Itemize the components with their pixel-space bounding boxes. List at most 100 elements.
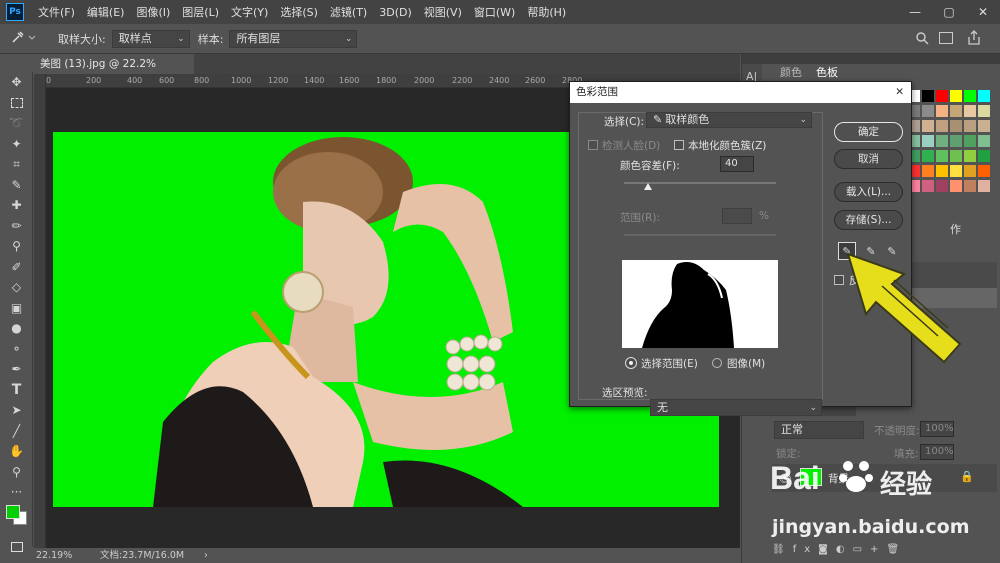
eyedropper-tool-icon[interactable]: [10, 29, 40, 48]
range-slider-track[interactable]: [624, 234, 776, 236]
close-icon[interactable]: ✕: [895, 82, 904, 103]
color-swatch[interactable]: [936, 120, 948, 132]
color-swatch[interactable]: [922, 90, 934, 102]
foreground-color-swatch[interactable]: [6, 504, 20, 519]
menu-window[interactable]: 窗口(W): [468, 4, 521, 20]
healing-brush-icon[interactable]: ✚: [0, 195, 33, 216]
color-swatch[interactable]: [950, 105, 962, 117]
clone-stamp-icon[interactable]: ⚲: [0, 236, 33, 257]
brush-tool-icon[interactable]: ✏: [0, 216, 33, 237]
color-swatch[interactable]: [950, 90, 962, 102]
tab-swatches[interactable]: 色板: [810, 64, 844, 82]
magic-wand-icon[interactable]: ✦: [0, 134, 33, 155]
color-swatch[interactable]: [922, 135, 934, 147]
quick-mask-icon[interactable]: [0, 537, 33, 558]
document-tab[interactable]: 美图 (13).jpg @ 22.2%(RGB/8) ×: [34, 54, 194, 90]
history-brush-icon[interactable]: ✐: [0, 257, 33, 278]
tab-color[interactable]: 颜色: [774, 64, 808, 82]
menu-image[interactable]: 图像(I): [130, 4, 176, 20]
move-tool-icon[interactable]: ✥: [0, 72, 33, 93]
color-swatch[interactable]: [964, 180, 976, 192]
minimize-button[interactable]: —: [898, 0, 932, 24]
color-swatch[interactable]: [978, 180, 990, 192]
menu-select[interactable]: 选择(S): [274, 4, 324, 20]
color-swatch[interactable]: [978, 120, 990, 132]
cancel-button[interactable]: 取消: [834, 149, 903, 169]
maximize-button[interactable]: ▢: [932, 0, 966, 24]
menu-edit[interactable]: 编辑(E): [81, 4, 131, 20]
detect-faces-checkbox[interactable]: [588, 140, 598, 150]
close-window-button[interactable]: ✕: [966, 0, 1000, 24]
color-swatch[interactable]: [978, 150, 990, 162]
range-input[interactable]: [722, 208, 752, 224]
dialog-titlebar[interactable]: 色彩范围 ✕: [570, 82, 911, 103]
menu-filter[interactable]: 滤镜(T): [324, 4, 373, 20]
pen-tool-icon[interactable]: ✒: [0, 359, 33, 380]
dodge-tool-icon[interactable]: ⚬: [0, 339, 33, 360]
sample-size-select[interactable]: 取样点 ⌄: [111, 29, 190, 48]
localized-clusters-checkbox[interactable]: [674, 140, 684, 150]
color-swatch[interactable]: [978, 90, 990, 102]
color-swatch[interactable]: [950, 150, 962, 162]
selection-preview-select[interactable]: 无 ⌄: [650, 399, 822, 416]
marquee-tool-icon[interactable]: [0, 93, 33, 114]
color-swatch[interactable]: [936, 180, 948, 192]
type-tool-icon[interactable]: T: [0, 380, 33, 401]
chevron-right-icon[interactable]: ›: [204, 548, 208, 563]
color-swatch[interactable]: [978, 105, 990, 117]
color-swatch[interactable]: [964, 135, 976, 147]
tab-actions[interactable]: 作: [944, 221, 967, 239]
blur-tool-icon[interactable]: ●: [0, 318, 33, 339]
color-swatch[interactable]: [964, 120, 976, 132]
menu-layer[interactable]: 图层(L): [176, 4, 225, 20]
color-swatch[interactable]: [950, 165, 962, 177]
ok-button[interactable]: 确定: [834, 122, 903, 142]
menu-3d[interactable]: 3D(D): [373, 6, 418, 19]
color-swatch[interactable]: [936, 165, 948, 177]
color-swatch[interactable]: [936, 90, 948, 102]
lasso-tool-icon[interactable]: ➰: [0, 113, 33, 134]
menu-help[interactable]: 帮助(H): [521, 4, 572, 20]
fuzziness-slider-thumb[interactable]: [644, 183, 653, 190]
crop-tool-icon[interactable]: ⌗: [0, 154, 33, 175]
color-swatch[interactable]: [964, 90, 976, 102]
radio-image[interactable]: [712, 358, 722, 368]
menu-type[interactable]: 文字(Y): [225, 4, 274, 20]
fuzziness-input[interactable]: 40: [720, 156, 754, 172]
color-swatch[interactable]: [922, 105, 934, 117]
color-swatch[interactable]: [936, 150, 948, 162]
search-icon[interactable]: [915, 31, 929, 48]
color-swatch[interactable]: [922, 180, 934, 192]
load-button[interactable]: 载入(L)...: [834, 182, 903, 202]
photoshop-logo[interactable]: Ps: [6, 3, 24, 21]
zoom-level[interactable]: 22.19%: [36, 548, 72, 563]
path-selection-icon[interactable]: ➤: [0, 400, 33, 421]
radio-selection[interactable]: [625, 357, 637, 369]
opacity-input[interactable]: 100%: [920, 421, 954, 437]
selection-preview[interactable]: [622, 260, 778, 348]
color-swatch[interactable]: [950, 180, 962, 192]
color-swatch[interactable]: [936, 135, 948, 147]
blend-mode-select[interactable]: 正常: [774, 421, 864, 439]
save-button[interactable]: 存储(S)...: [834, 210, 903, 230]
color-swatch[interactable]: [950, 120, 962, 132]
menu-file[interactable]: 文件(F): [32, 4, 81, 20]
color-swatch[interactable]: [922, 120, 934, 132]
select-dropdown[interactable]: ✎ 取样颜色 ⌄: [646, 112, 812, 128]
color-swatch[interactable]: [922, 150, 934, 162]
color-swatch[interactable]: [964, 165, 976, 177]
color-swatch[interactable]: [978, 135, 990, 147]
color-swatch[interactable]: [964, 105, 976, 117]
color-swatch[interactable]: [936, 105, 948, 117]
color-swatch[interactable]: [978, 165, 990, 177]
menu-view[interactable]: 视图(V): [418, 4, 468, 20]
line-tool-icon[interactable]: ╱: [0, 421, 33, 442]
zoom-tool-icon[interactable]: ⚲: [0, 462, 33, 483]
eyedropper-icon[interactable]: ✎: [0, 175, 33, 196]
share-icon[interactable]: [967, 30, 981, 49]
hand-tool-icon[interactable]: ✋: [0, 441, 33, 462]
color-swatch[interactable]: [950, 135, 962, 147]
color-swatch[interactable]: [922, 165, 934, 177]
sample-select[interactable]: 所有图层 ⌄: [229, 29, 358, 48]
workspace-icon[interactable]: [939, 32, 953, 44]
